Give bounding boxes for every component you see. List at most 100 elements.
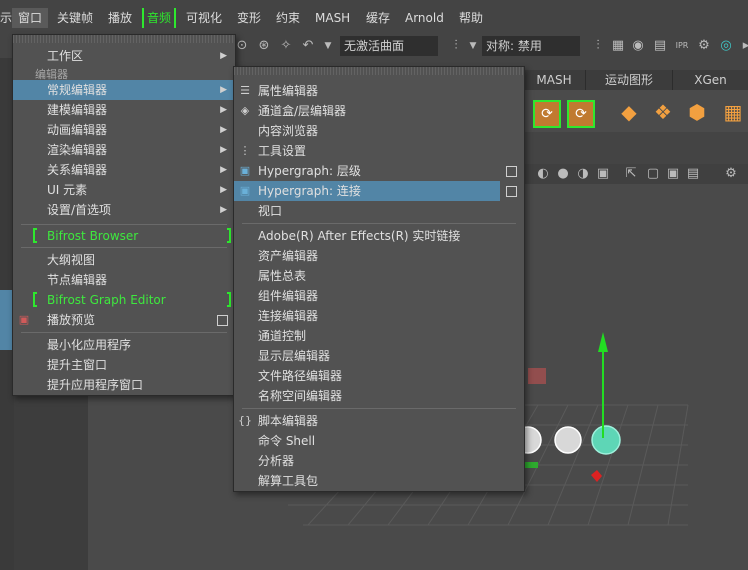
eye-icon[interactable]: ◉ <box>630 38 646 54</box>
tab-mash[interactable]: MASH <box>523 70 586 90</box>
grid-cubes-icon[interactable]: ▦ <box>721 100 745 124</box>
sphere-shade-icon[interactable]: ◐ <box>535 166 551 182</box>
option-box-icon[interactable] <box>217 315 228 326</box>
menu-visualize[interactable]: 可视化 <box>186 8 222 28</box>
symmetry-field[interactable]: 对称: 禁用 <box>482 36 580 56</box>
script-editor-icon: {} <box>238 414 252 427</box>
menu-item-settings-preferences[interactable]: 设置/首选项 ▶ <box>13 200 235 220</box>
menu-deform[interactable]: 变形 <box>237 8 261 28</box>
tear-off-handle[interactable] <box>234 67 524 75</box>
menu-item-workspace[interactable]: 工作区 ▶ <box>13 46 235 66</box>
menu-item-after-effects-link[interactable]: Adobe(R) After Effects(R) 实时链接 <box>234 226 524 246</box>
menu-help[interactable]: 帮助 <box>459 8 483 28</box>
overflow-icon[interactable]: ▸ <box>738 38 748 54</box>
render-gear-icon[interactable]: ⚙ <box>696 38 712 54</box>
tab-xgen[interactable]: XGen <box>673 70 748 90</box>
scatter-icon[interactable]: ❖ <box>651 100 675 124</box>
menu-item-command-shell[interactable]: 命令 Shell <box>234 431 524 451</box>
chevron-down-icon[interactable]: ▼ <box>320 38 336 54</box>
menu-item-tool-settings[interactable]: ⋮ 工具设置 <box>234 141 524 161</box>
menu-divider <box>21 224 227 225</box>
menu-item-display-layer-editor[interactable]: 显示层编辑器 <box>234 346 524 366</box>
menu-item-node-editor[interactable]: 节点编辑器 <box>13 270 235 290</box>
menu-item-file-path-editor[interactable]: 文件路径编辑器 <box>234 366 524 386</box>
viewport-toolbar: ◐ ● ◑ ▣ ⇱ ▢ ▣ ▤ ⚙ <box>523 164 748 184</box>
menu-item-namespace-editor[interactable]: 名称空间编辑器 <box>234 386 524 406</box>
arnold-render-icon[interactable]: ◎ <box>718 38 734 54</box>
menu-key[interactable]: 关键帧 <box>57 8 93 28</box>
live-surface-field[interactable]: 无激活曲面 <box>340 36 438 56</box>
menu-item-attribute-editor[interactable]: ☰ 属性编辑器 <box>234 81 524 101</box>
menu-item-raise-main-window[interactable]: 提升主窗口 <box>13 355 235 375</box>
menu-item-connection-editor[interactable]: 连接编辑器 <box>234 306 524 326</box>
menu-item-modeling-editors[interactable]: 建模编辑器 ▶ <box>13 100 235 120</box>
tear-off-handle[interactable] <box>13 35 235 43</box>
menu-item-bifrost-graph-editor[interactable]: Bifrost Graph Editor <box>13 290 235 310</box>
menu-item-viewport[interactable]: 视口 <box>234 201 524 221</box>
menu-item-channel-control[interactable]: 通道控制 <box>234 326 524 346</box>
menu-item-content-browser[interactable]: 内容浏览器 <box>234 121 524 141</box>
snap-curve-icon[interactable]: ⊛ <box>256 38 272 54</box>
shelf-tabs: MASH 运动图形 XGen <box>523 70 748 90</box>
menu-item-hypergraph-connections[interactable]: ▣ Hypergraph: 连接 <box>234 181 500 201</box>
gear-icon[interactable]: ⚙ <box>723 166 739 182</box>
frame-all-icon[interactable]: ▣ <box>665 166 681 182</box>
lights-icon[interactable]: ▣ <box>595 166 611 182</box>
menu-item-rendering-editors[interactable]: 渲染编辑器 ▶ <box>13 140 235 160</box>
mash-network-icon[interactable]: ⟳ <box>533 100 561 128</box>
bracket-left <box>33 292 37 307</box>
smooth-shade-icon[interactable]: ● <box>555 166 571 182</box>
y-arrow-icon[interactable] <box>598 332 608 352</box>
menu-item-hypergraph-hierarchy[interactable]: ▣ Hypergraph: 层级 <box>234 161 524 181</box>
mash-refresh-icon[interactable]: ⟳ <box>567 100 595 128</box>
select-icon[interactable]: ⇱ <box>623 166 639 182</box>
clapper-icon[interactable]: ▤ <box>652 38 668 54</box>
menu-item-asset-editor[interactable]: 资产编辑器 <box>234 246 524 266</box>
menu-item-minimize-app[interactable]: 最小化应用程序 <box>13 335 235 355</box>
frame-icon[interactable]: ▢ <box>645 166 661 182</box>
snap-grid-icon[interactable]: ✧ <box>278 38 294 54</box>
menu-item-component-editor[interactable]: 组件编辑器 <box>234 286 524 306</box>
menu-item-attribute-spreadsheet[interactable]: 属性总表 <box>234 266 524 286</box>
menu-constrain[interactable]: 约束 <box>276 8 300 28</box>
menu-item-playblast[interactable]: ▣ 播放预览 <box>13 310 235 330</box>
menu-mash[interactable]: MASH <box>315 8 350 28</box>
menu-item-general-editors[interactable]: 常规编辑器 ▶ <box>13 80 235 100</box>
z-handle-icon[interactable] <box>591 470 602 482</box>
render-settings-icon[interactable]: ▦ <box>610 38 626 54</box>
x-handle-box[interactable] <box>528 368 546 384</box>
menu-arnold[interactable]: Arnold <box>405 8 444 28</box>
menu-item-outliner[interactable]: 大纲视图 <box>13 250 235 270</box>
menu-window[interactable]: 窗口 <box>12 8 49 28</box>
option-box-icon[interactable] <box>506 186 517 197</box>
menu-playback[interactable]: 播放 <box>108 8 132 28</box>
chevron-down-icon[interactable]: ▼ <box>465 38 481 54</box>
option-box-icon[interactable] <box>506 166 517 177</box>
menu-audio[interactable]: 音频 <box>142 8 177 28</box>
tab-motion-graphics[interactable]: 运动图形 <box>586 70 673 90</box>
sphere-mesh[interactable] <box>554 426 582 454</box>
menu-item-ui-elements[interactable]: UI 元素 ▶ <box>13 180 235 200</box>
attribute-editor-icon: ☰ <box>240 84 250 97</box>
snap-icon[interactable]: ⊙ <box>234 38 250 54</box>
menu-item-channel-box[interactable]: ◈ 通道盒/层编辑器 <box>234 101 524 121</box>
menu-item-profiler[interactable]: 分析器 <box>234 451 524 471</box>
menu-item-raise-app-windows[interactable]: 提升应用程序窗口 <box>13 375 235 395</box>
menu-cache[interactable]: 缓存 <box>366 8 390 28</box>
divider-icon: ⫶ <box>454 38 458 53</box>
menu-item-animation-editors[interactable]: 动画编辑器 ▶ <box>13 120 235 140</box>
snap-view-icon[interactable]: ↶ <box>300 38 316 54</box>
ipr-icon[interactable]: IPR <box>674 38 690 54</box>
texture-icon[interactable]: ◑ <box>575 166 591 182</box>
general-editors-submenu: ☰ 属性编辑器 ◈ 通道盒/层编辑器 内容浏览器 ⋮ 工具设置 ▣ Hyperg… <box>233 66 525 492</box>
menu-item-solver-toolkit[interactable]: 解算工具包 <box>234 471 524 491</box>
menu-display-partial[interactable]: 示 <box>0 8 12 28</box>
cube-orange-icon[interactable]: ◆ <box>617 100 641 124</box>
bracket-right <box>227 292 231 307</box>
cube-icon[interactable]: ⬢ <box>685 100 709 124</box>
sphere-selected[interactable] <box>591 425 621 455</box>
menu-item-script-editor[interactable]: {} 脚本编辑器 <box>234 411 524 431</box>
isolate-icon[interactable]: ▤ <box>685 166 701 182</box>
menu-item-bifrost-browser[interactable]: Bifrost Browser <box>13 226 235 246</box>
menu-item-relationship-editors[interactable]: 关系编辑器 ▶ <box>13 160 235 180</box>
